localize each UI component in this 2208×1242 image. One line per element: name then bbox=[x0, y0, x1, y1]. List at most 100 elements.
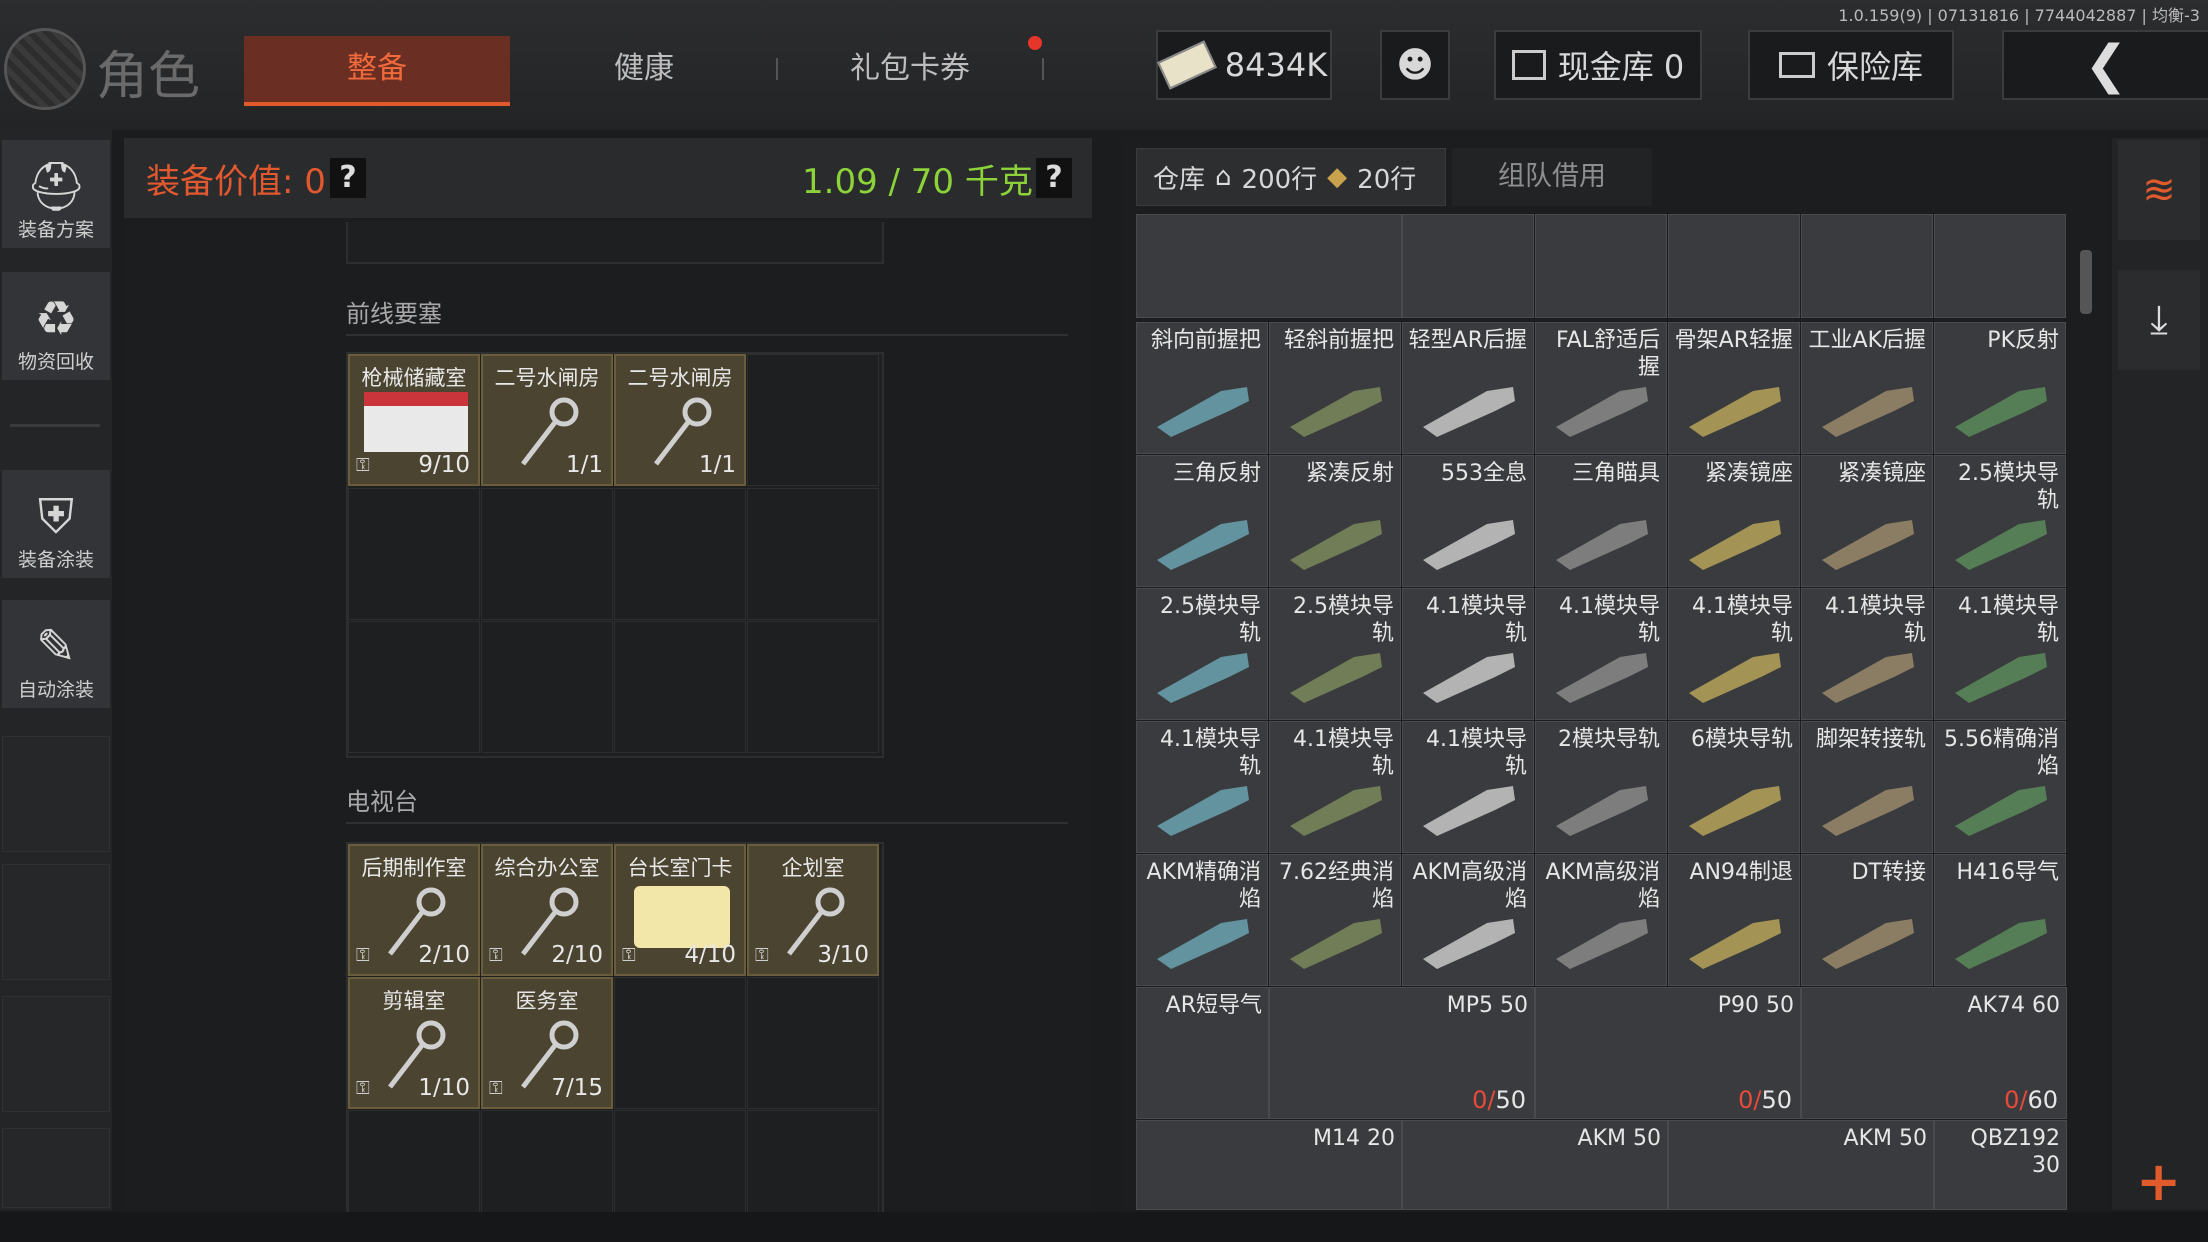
warehouse-item[interactable]: AN94制退 bbox=[1668, 854, 1800, 986]
version-info: 1.0.159(9) | 07131816 | 7744042887 | 均衡-… bbox=[1838, 6, 2200, 25]
safe-box-label: 保险库 bbox=[1826, 48, 1923, 86]
warehouse-item[interactable]: 轻型AR后握 bbox=[1402, 322, 1534, 454]
key-card[interactable]: 医务室 ⚿ 7/15 bbox=[481, 977, 613, 1109]
grid-item[interactable] bbox=[1136, 214, 1402, 318]
home-icon: ⌂ bbox=[1215, 162, 1232, 192]
sort-button[interactable]: ≋ bbox=[2118, 140, 2200, 240]
key-card[interactable]: 企划室 ⚿ 3/10 bbox=[747, 844, 879, 976]
magazine-item[interactable]: M14 20 bbox=[1136, 1120, 1402, 1210]
warehouse-item[interactable]: 6模块导轨 bbox=[1668, 721, 1800, 853]
magazine-item[interactable]: AK74 60 0/60 bbox=[1801, 987, 2067, 1119]
key-tag-icon: ⚿ bbox=[356, 945, 370, 966]
attachment-icon bbox=[1423, 786, 1515, 836]
warehouse-item[interactable]: 骨架AR轻握 bbox=[1668, 322, 1800, 454]
tab-gift-vouchers[interactable]: 礼包卡券 bbox=[778, 36, 1042, 102]
warehouse-item[interactable]: FAL舒适后握 bbox=[1535, 322, 1667, 454]
add-button[interactable]: + bbox=[2136, 1150, 2181, 1213]
tab-warehouse[interactable]: 仓库 ⌂ 200行 ◆ 20行 bbox=[1136, 148, 1446, 206]
cash-icon bbox=[1156, 40, 1217, 90]
scrollbar[interactable] bbox=[2080, 250, 2092, 314]
warehouse-item[interactable]: 紧凑镜座 bbox=[1668, 455, 1800, 587]
safe-box-button[interactable]: 保险库 bbox=[1748, 30, 1954, 100]
grid-item[interactable] bbox=[1934, 214, 2066, 318]
key-card[interactable]: 枪械储藏室 ⚿ 9/10 bbox=[348, 354, 480, 486]
keycard-icon bbox=[364, 392, 468, 452]
warehouse-item[interactable]: 7.62经典消焰 bbox=[1269, 854, 1401, 986]
deposit-button[interactable]: ⤓ bbox=[2118, 270, 2200, 370]
warehouse-item[interactable]: 4.1模块导轨 bbox=[1934, 588, 2066, 720]
key-name: 剪辑室 bbox=[382, 989, 446, 1013]
warehouse-item[interactable]: 553全息 bbox=[1402, 455, 1534, 587]
warehouse-item[interactable]: 工业AK后握 bbox=[1801, 322, 1933, 454]
warehouse-item[interactable]: 4.1模块导轨 bbox=[1801, 588, 1933, 720]
support-button[interactable]: ☻ bbox=[1380, 30, 1450, 100]
warehouse-item[interactable]: PK反射 bbox=[1934, 322, 2066, 454]
warehouse-item[interactable]: 4.1模块导轨 bbox=[1402, 721, 1534, 853]
grid-item[interactable] bbox=[1402, 214, 1534, 318]
magazine-item[interactable]: AR短导气 bbox=[1136, 987, 1269, 1119]
attachment-icon bbox=[1290, 520, 1382, 570]
warehouse-item[interactable]: 紧凑反射 bbox=[1269, 455, 1401, 587]
key-card[interactable]: 后期制作室 ⚿ 2/10 bbox=[348, 844, 480, 976]
warehouse-item[interactable]: 4.1模块导轨 bbox=[1402, 588, 1534, 720]
warehouse-item[interactable]: 轻斜前握把 bbox=[1269, 322, 1401, 454]
warehouse-item[interactable]: H416导气 bbox=[1934, 854, 2066, 986]
key-card[interactable]: 二号水闸房 1/1 bbox=[481, 354, 613, 486]
grid-item[interactable] bbox=[1535, 214, 1667, 318]
tab-team-borrow[interactable]: 组队借用 bbox=[1452, 148, 1652, 206]
sidebar-item-auto-paint[interactable]: ✎ 自动涂装 bbox=[2, 600, 110, 708]
warehouse-item[interactable]: 紧凑镜座 bbox=[1801, 455, 1933, 587]
warehouse-item[interactable]: 三角反射 bbox=[1136, 455, 1268, 587]
keycard-icon bbox=[634, 886, 730, 948]
warehouse-item[interactable]: 5.56精确消焰 bbox=[1934, 721, 2066, 853]
key-card[interactable]: 综合办公室 ⚿ 2/10 bbox=[481, 844, 613, 976]
magazine-item[interactable]: AKM 50 bbox=[1402, 1120, 1668, 1210]
warehouse-item[interactable]: 4.1模块导轨 bbox=[1535, 588, 1667, 720]
grid-item[interactable] bbox=[1668, 214, 1800, 318]
sidebar-item-recycle[interactable]: ♻ 物资回收 bbox=[2, 272, 110, 380]
magazine-item[interactable]: QBZ192 30 bbox=[1934, 1120, 2067, 1210]
warehouse-item[interactable]: 2模块导轨 bbox=[1535, 721, 1667, 853]
warehouse-item[interactable]: 2.5模块导轨 bbox=[1136, 588, 1268, 720]
item-name: DT转接 bbox=[1851, 860, 1926, 885]
warehouse-item[interactable]: 2.5模块导轨 bbox=[1934, 455, 2066, 587]
sidebar-empty-slot bbox=[2, 996, 110, 1112]
warehouse-item[interactable]: 2.5模块导轨 bbox=[1269, 588, 1401, 720]
section-title: 前线要塞 bbox=[346, 300, 442, 328]
grid-item[interactable] bbox=[1801, 214, 1933, 318]
warehouse-item[interactable]: 4.1模块导轨 bbox=[1668, 588, 1800, 720]
key-card[interactable]: 剪辑室 ⚿ 1/10 bbox=[348, 977, 480, 1109]
warehouse-item[interactable]: 4.1模块导轨 bbox=[1269, 721, 1401, 853]
warehouse-item[interactable]: AKM精确消焰 bbox=[1136, 854, 1268, 986]
tab-health[interactable]: 健康 bbox=[512, 36, 776, 102]
safe-icon bbox=[1778, 52, 1815, 78]
warehouse-item[interactable]: 三角瞄具 bbox=[1535, 455, 1667, 587]
warehouse-item[interactable]: DT转接 bbox=[1801, 854, 1933, 986]
weight-help-button[interactable]: ? bbox=[1036, 158, 1072, 198]
attachment-icon bbox=[1955, 786, 2047, 836]
warehouse-item[interactable]: AKM高级消焰 bbox=[1402, 854, 1534, 986]
warehouse-item[interactable]: 斜向前握把 bbox=[1136, 322, 1268, 454]
warehouse-item[interactable]: 4.1模块导轨 bbox=[1136, 721, 1268, 853]
sidebar-item-label: 自动涂装 bbox=[17, 679, 94, 701]
key-card[interactable]: 台长室门卡 ⚿ 4/10 bbox=[614, 844, 746, 976]
currency-display[interactable]: 8434K bbox=[1156, 30, 1332, 100]
magazine-item[interactable]: P90 50 0/50 bbox=[1535, 987, 1801, 1119]
value-help-button[interactable]: ? bbox=[330, 158, 366, 198]
magazine-item[interactable]: AKM 50 bbox=[1668, 1120, 1934, 1210]
sidebar-item-loadout-plan[interactable]: ⛑ 装备方案 bbox=[2, 140, 110, 248]
key-card[interactable]: 二号水闸房 1/1 bbox=[614, 354, 746, 486]
warehouse-item[interactable]: AKM高级消焰 bbox=[1535, 854, 1667, 986]
spray-icon: ✎ bbox=[35, 619, 77, 675]
tab-loadout[interactable]: 整备 bbox=[244, 36, 510, 106]
magazine-item[interactable]: MP5 50 0/50 bbox=[1269, 987, 1535, 1119]
item-name: QBZ192 30 bbox=[1970, 1126, 2060, 1178]
tab-divider bbox=[1042, 58, 1044, 80]
attachment-icon bbox=[1556, 919, 1648, 969]
back-button[interactable]: ❮ bbox=[2002, 30, 2208, 100]
key-count: 1/1 bbox=[698, 452, 736, 478]
cash-vault-button[interactable]: 现金库 0 bbox=[1494, 30, 1702, 100]
sidebar-item-paint[interactable]: ⛨ 装备涂装 bbox=[2, 470, 110, 578]
warehouse-item[interactable]: 脚架转接轨 bbox=[1801, 721, 1933, 853]
item-name: AK74 60 bbox=[1967, 993, 2060, 1018]
